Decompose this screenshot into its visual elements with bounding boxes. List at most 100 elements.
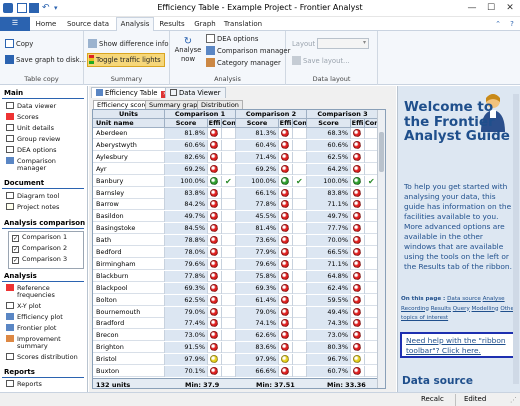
nav-item-reference-frequencies[interactable]: Reference frequencies — [6, 284, 86, 299]
score-cell[interactable]: 66.1% — [236, 187, 279, 199]
table-row[interactable]: Banbury 100.0% ✔ 100.0% ✔ 100.0% ✔ — [93, 175, 385, 187]
table-row[interactable]: Blackburn 77.8% 75.8% 64.8% — [93, 270, 385, 282]
nav-item-dea-options[interactable]: DEA options — [6, 146, 57, 154]
score-cell[interactable]: 62.5% — [307, 151, 351, 163]
analyse-now-button[interactable]: ↻ Analyse now — [174, 37, 202, 64]
score-cell[interactable]: 83.6% — [236, 342, 279, 354]
tab-translation[interactable]: Translation — [221, 18, 265, 31]
score-cell[interactable]: 74.3% — [307, 318, 351, 330]
nav-item-scores[interactable]: Scores — [6, 113, 39, 121]
score-cell[interactable]: 79.6% — [236, 258, 279, 270]
link-recording[interactable]: Recording — [401, 306, 429, 312]
unit-name-cell[interactable]: Ayr — [93, 163, 165, 175]
score-cell[interactable]: 64.2% — [307, 163, 351, 175]
comparison-checkbox-3[interactable]: ✓ Comparison 3 — [12, 256, 67, 264]
doc-tab-data-viewer[interactable]: Data Viewer — [165, 87, 226, 98]
score-cell[interactable]: 78.8% — [165, 235, 208, 247]
checkbox-checked[interactable]: ✓ — [12, 257, 19, 264]
table-row[interactable]: Brecon 73.0% 62.6% 73.0% — [93, 330, 385, 342]
link-results[interactable]: Results — [431, 306, 451, 312]
score-cell[interactable]: 78.0% — [165, 247, 208, 258]
header-comparison-2[interactable]: Comparison 2 — [236, 110, 307, 119]
nav-item-project-notes[interactable]: Project notes — [6, 203, 59, 211]
nav-item-xy-plot[interactable]: X-Y plot — [6, 302, 41, 310]
score-cell[interactable]: 60.7% — [307, 366, 351, 377]
copy-button[interactable]: Copy — [5, 39, 33, 49]
score-cell[interactable]: 60.6% — [165, 139, 208, 151]
score-cell[interactable]: 79.6% — [165, 258, 208, 270]
nav-item-improvement-summary[interactable]: Improvement summary — [6, 335, 86, 350]
score-cell[interactable]: 77.9% — [236, 247, 279, 258]
score-cell[interactable]: 79.0% — [236, 306, 279, 318]
score-cell[interactable]: 61.4% — [236, 294, 279, 306]
close-icon[interactable]: ✕ — [503, 2, 517, 14]
unit-name-cell[interactable]: Bedford — [93, 247, 165, 258]
score-cell[interactable]: 84.5% — [165, 223, 208, 235]
doc-tab-efficiency-table[interactable]: Efficiency Table✕ — [91, 87, 174, 98]
score-cell[interactable]: 80.3% — [307, 342, 351, 354]
table-row[interactable]: Barnsley 83.8% 66.1% 83.8% — [93, 187, 385, 199]
score-cell[interactable]: 60.6% — [307, 139, 351, 151]
maximize-icon[interactable]: ☐ — [484, 2, 498, 14]
score-cell[interactable]: 69.3% — [236, 282, 279, 294]
header-comparison-3[interactable]: Comparison 3 — [307, 110, 379, 119]
unit-name-cell[interactable]: Buxton — [93, 366, 165, 377]
unit-name-cell[interactable]: Aberystwyth — [93, 139, 165, 151]
minimize-icon[interactable]: — — [465, 2, 479, 14]
score-cell[interactable]: 97.9% — [165, 354, 208, 366]
unit-name-cell[interactable]: Barrow — [93, 199, 165, 211]
checkbox-checked[interactable]: ✓ — [12, 246, 19, 253]
table-row[interactable]: Aberystwyth 60.6% 60.4% 60.6% — [93, 139, 385, 151]
score-cell[interactable]: 79.0% — [165, 306, 208, 318]
score-cell[interactable]: 69.3% — [165, 282, 208, 294]
nav-item-frontier-plot[interactable]: Frontier plot — [6, 324, 56, 332]
save-layout-button[interactable]: Save layout... — [292, 56, 350, 66]
unit-name-cell[interactable]: Birmingham — [93, 258, 165, 270]
score-cell[interactable]: 73.0% — [307, 330, 351, 342]
tab-graph[interactable]: Graph — [191, 18, 219, 31]
checkbox-checked[interactable]: ✓ — [12, 235, 19, 242]
unit-name-cell[interactable]: Basingstoke — [93, 223, 165, 235]
comparison-manager-button[interactable]: Comparison manager — [206, 46, 290, 56]
tab-source-data[interactable]: Source data — [62, 18, 114, 31]
score-cell[interactable]: 62.4% — [307, 282, 351, 294]
table-row[interactable]: Barrow 84.2% 77.8% 71.1% — [93, 199, 385, 211]
table-row[interactable]: Ayr 69.2% 69.2% 64.2% — [93, 163, 385, 175]
link-analyse[interactable]: Analyse — [483, 296, 505, 302]
score-cell[interactable]: 66.5% — [307, 247, 351, 258]
unit-name-cell[interactable]: Bath — [93, 235, 165, 247]
table-scrollbar[interactable] — [377, 110, 385, 388]
unit-name-cell[interactable]: Brecon — [93, 330, 165, 342]
unit-name-cell[interactable]: Barnsley — [93, 187, 165, 199]
score-cell[interactable]: 71.4% — [236, 151, 279, 163]
unit-name-cell[interactable]: Bradford — [93, 318, 165, 330]
nav-item-reports[interactable]: Reports — [6, 380, 42, 388]
score-cell[interactable]: 71.1% — [307, 258, 351, 270]
score-cell[interactable]: 81.4% — [236, 223, 279, 235]
tab-home[interactable]: Home — [32, 18, 60, 31]
score-cell[interactable]: 100.0% — [165, 175, 208, 187]
score-cell[interactable]: 83.8% — [307, 187, 351, 199]
show-difference-info-button[interactable]: Show difference info — [88, 39, 169, 49]
score-cell[interactable]: 100.0% — [307, 175, 351, 187]
header-comparison-1[interactable]: Comparison 1 — [165, 110, 236, 119]
score-cell[interactable]: 62.6% — [236, 330, 279, 342]
score-cell[interactable]: 84.2% — [165, 199, 208, 211]
unit-name-cell[interactable]: Blackpool — [93, 282, 165, 294]
nav-item-diagram-tool[interactable]: Diagram tool — [6, 192, 59, 200]
score-cell[interactable]: 97.9% — [236, 354, 279, 366]
scrollbar-thumb[interactable] — [379, 132, 384, 172]
score-cell[interactable]: 77.8% — [236, 199, 279, 211]
guide-scrollbar[interactable] — [513, 94, 519, 384]
unit-name-cell[interactable]: Aylesbury — [93, 151, 165, 163]
score-cell[interactable]: 66.6% — [236, 366, 279, 377]
score-cell[interactable]: 73.6% — [236, 235, 279, 247]
score-cell[interactable]: 74.1% — [236, 318, 279, 330]
nav-item-comparison-manager[interactable]: Comparison manager — [6, 157, 76, 172]
unit-name-cell[interactable]: Brighton — [93, 342, 165, 354]
score-cell[interactable]: 71.1% — [307, 199, 351, 211]
resize-grip-icon[interactable]: ⋰ — [510, 396, 517, 404]
score-cell[interactable]: 68.3% — [307, 128, 351, 139]
score-cell[interactable]: 45.5% — [236, 211, 279, 223]
score-cell[interactable]: 82.6% — [165, 151, 208, 163]
